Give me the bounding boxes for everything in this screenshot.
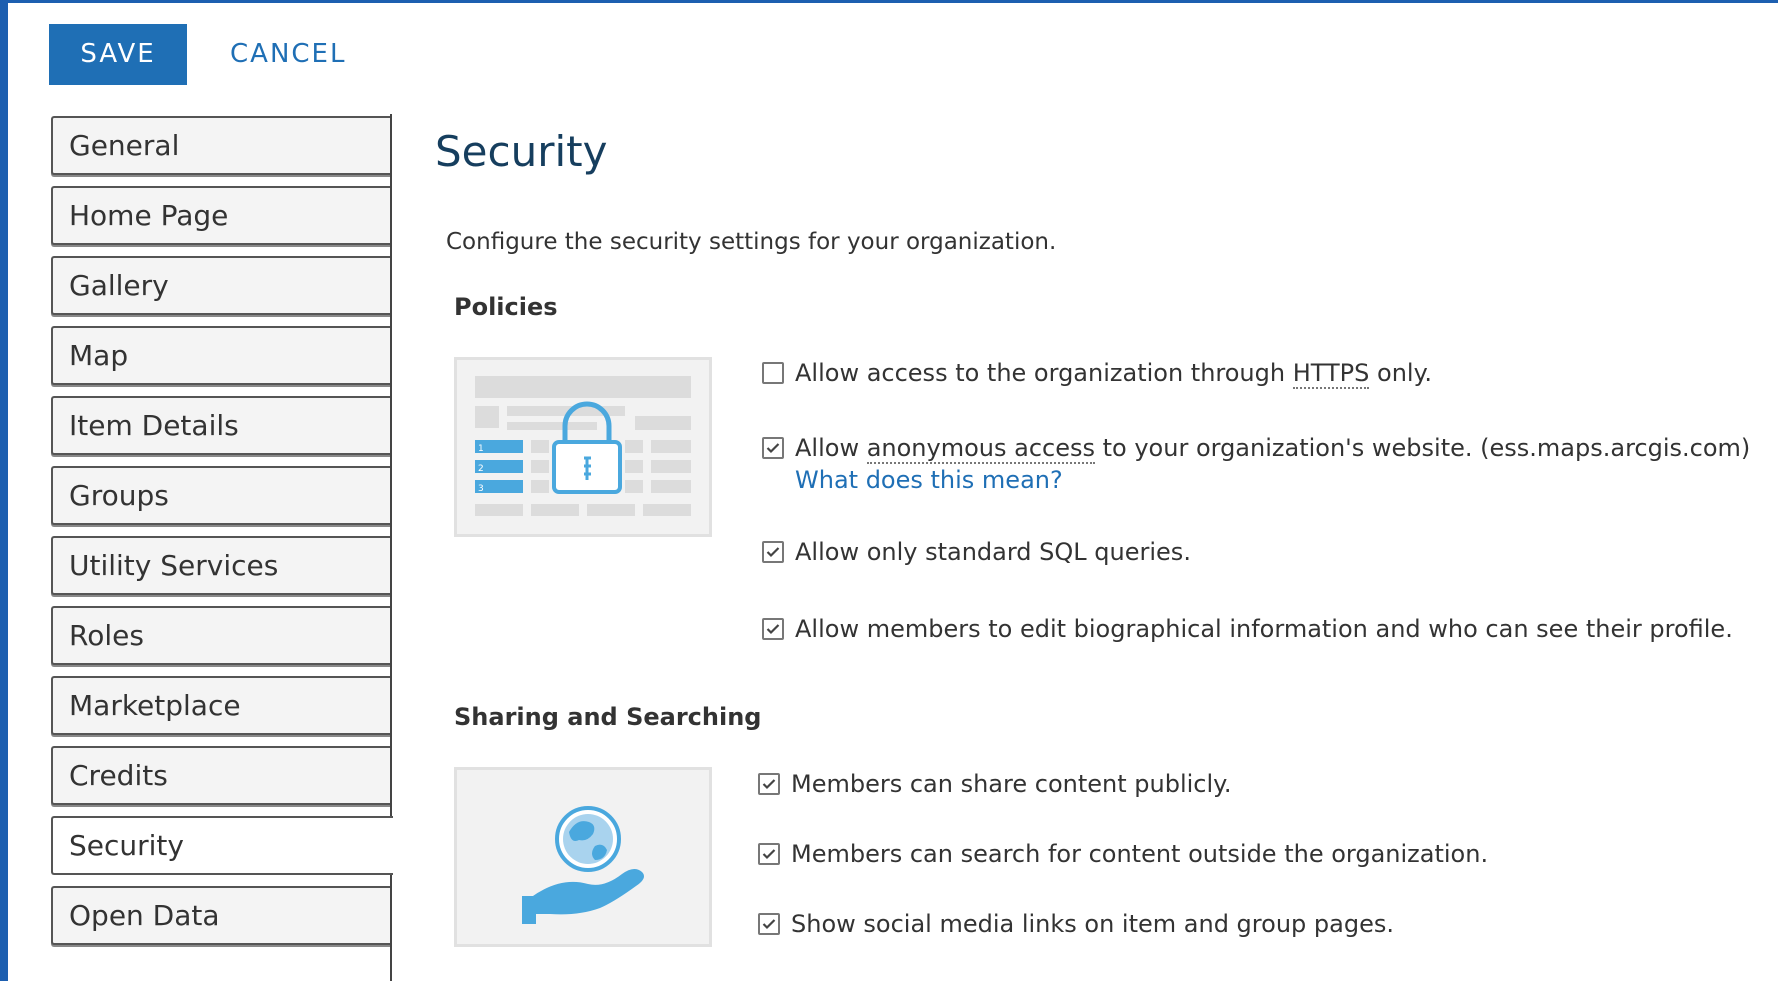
checkmark-icon: [766, 624, 780, 635]
svg-text:2: 2: [478, 464, 484, 474]
anonymous-access-label: Allow anonymous access to your organizat…: [795, 434, 1751, 494]
sidebar-item-roles[interactable]: Roles: [51, 606, 390, 665]
sidebar-item-map[interactable]: Map: [51, 326, 390, 385]
sharing-illustration: [454, 767, 712, 947]
settings-sidebar: General Home Page Gallery Map Item Detai…: [51, 116, 393, 956]
social-links-option[interactable]: Show social media links on item and grou…: [758, 910, 1394, 938]
policies-heading: Policies: [454, 293, 558, 321]
social-links-checkbox[interactable]: [758, 913, 780, 935]
https-only-option[interactable]: Allow access to the organization through…: [762, 359, 1432, 389]
standard-sql-label: Allow only standard SQL queries.: [795, 538, 1191, 566]
https-only-checkbox[interactable]: [762, 362, 784, 384]
checkmark-icon: [762, 849, 776, 860]
search-outside-label: Members can search for content outside t…: [791, 840, 1489, 868]
what-does-this-mean-link[interactable]: What does this mean?: [795, 466, 1750, 494]
edit-bio-label: Allow members to edit biographical infor…: [795, 615, 1733, 643]
checkmark-icon: [762, 919, 776, 930]
settings-window: SAVE CANCEL General Home Page Gallery Ma…: [8, 3, 1778, 981]
sidebar-item-general[interactable]: General: [51, 116, 390, 175]
anonymous-access-checkbox[interactable]: [762, 437, 784, 459]
lock-document-icon: 1 2 3: [475, 376, 691, 516]
save-button[interactable]: SAVE: [49, 24, 187, 85]
sidebar-item-home-page[interactable]: Home Page: [51, 186, 390, 245]
https-only-label: Allow access to the organization through…: [795, 359, 1432, 389]
svg-text:3: 3: [478, 484, 484, 494]
standard-sql-option[interactable]: Allow only standard SQL queries.: [762, 538, 1191, 566]
search-outside-checkbox[interactable]: [758, 843, 780, 865]
share-publicly-checkbox[interactable]: [758, 773, 780, 795]
sidebar-item-credits[interactable]: Credits: [51, 746, 390, 805]
svg-text:1: 1: [478, 444, 484, 454]
checkmark-icon: [762, 779, 776, 790]
sidebar-item-gallery[interactable]: Gallery: [51, 256, 390, 315]
sidebar-item-item-details[interactable]: Item Details: [51, 396, 390, 455]
share-publicly-option[interactable]: Members can share content publicly.: [758, 770, 1232, 798]
standard-sql-checkbox[interactable]: [762, 541, 784, 563]
search-outside-option[interactable]: Members can search for content outside t…: [758, 840, 1488, 868]
page-title: Security: [435, 127, 608, 176]
checkmark-icon: [766, 443, 780, 454]
sidebar-item-security[interactable]: Security: [51, 816, 393, 875]
sidebar-item-open-data[interactable]: Open Data: [51, 886, 390, 945]
share-publicly-label: Members can share content publicly.: [791, 770, 1232, 798]
social-links-label: Show social media links on item and grou…: [791, 910, 1394, 938]
cancel-button[interactable]: CANCEL: [230, 24, 346, 85]
sidebar-item-marketplace[interactable]: Marketplace: [51, 676, 390, 735]
sidebar-item-groups[interactable]: Groups: [51, 466, 390, 525]
sharing-heading: Sharing and Searching: [454, 703, 762, 731]
edit-bio-checkbox[interactable]: [762, 618, 784, 640]
globe-in-hand-icon: [522, 806, 644, 924]
anonymous-access-option: Allow anonymous access to your organizat…: [762, 434, 1750, 494]
page-description: Configure the security settings for your…: [446, 229, 1057, 255]
checkmark-icon: [766, 547, 780, 558]
sidebar-item-utility-services[interactable]: Utility Services: [51, 536, 390, 595]
edit-bio-option[interactable]: Allow members to edit biographical infor…: [762, 615, 1733, 643]
policies-illustration: 1 2 3: [454, 357, 712, 537]
